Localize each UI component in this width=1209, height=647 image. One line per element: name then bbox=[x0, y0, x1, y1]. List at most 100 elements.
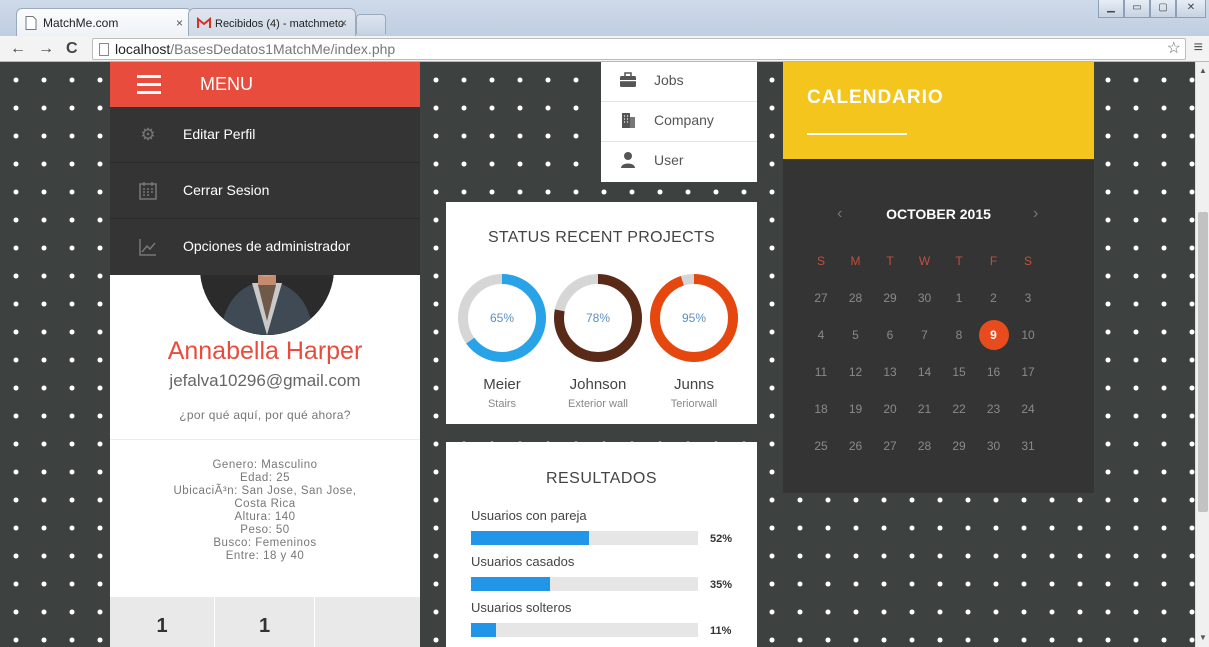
calendar-day[interactable]: 27 bbox=[804, 291, 838, 305]
page-background: MENU ⚙ Editar Perfil Cerrar Sesion Opcio… bbox=[0, 62, 1195, 647]
profile-name: Annabella Harper bbox=[167, 337, 363, 365]
result-label: Usuarios con pareja bbox=[471, 508, 587, 523]
minimize-button[interactable]: ▁ bbox=[1098, 0, 1124, 18]
new-tab-button[interactable] bbox=[356, 14, 386, 34]
calendar-day[interactable]: 29 bbox=[873, 291, 907, 305]
result-bar-fill bbox=[471, 531, 590, 545]
tab-close-button[interactable]: × bbox=[176, 9, 183, 37]
calendar-day-today[interactable]: 9 bbox=[978, 320, 1009, 350]
progress-ring: 78% bbox=[553, 273, 643, 363]
tab-gmail[interactable]: Recibidos (4) - matchmeto × bbox=[188, 8, 356, 36]
profile-details: Genero: Masculino Edad: 25 UbicaciÃ³n: S… bbox=[160, 459, 370, 563]
calendar-day[interactable]: 28 bbox=[839, 291, 873, 305]
calendar-day[interactable]: 17 bbox=[1011, 365, 1045, 379]
calendar-day[interactable]: 30 bbox=[977, 439, 1011, 453]
menu-title: MENU bbox=[200, 74, 253, 94]
scroll-up-arrow-icon[interactable]: ▲ bbox=[1199, 66, 1207, 75]
status-recent-projects-panel: STATUS RECENT PROJECTS 65% 78% 95% Meier… bbox=[446, 202, 757, 424]
weekday-label: T bbox=[886, 254, 894, 268]
ring-percent: 65% bbox=[489, 311, 515, 325]
calendar-day[interactable]: 30 bbox=[908, 291, 942, 305]
calendar-day[interactable]: 18 bbox=[804, 402, 838, 416]
next-month-button[interactable]: › bbox=[1033, 205, 1038, 223]
calendar-day[interactable]: 1 bbox=[942, 291, 976, 305]
calendar-day[interactable]: 8 bbox=[942, 328, 976, 342]
calendar-day[interactable]: 10 bbox=[1011, 328, 1045, 342]
dropdown-item-user[interactable]: User bbox=[601, 142, 757, 182]
calendar-day[interactable]: 5 bbox=[839, 328, 873, 342]
calendar-day[interactable]: 19 bbox=[839, 402, 873, 416]
page-scrollbar[interactable]: ▲ ▼ bbox=[1195, 62, 1209, 647]
tab-bar: MatchMe.com × Recibidos (4) - matchmeto … bbox=[0, 0, 1209, 36]
ring-percent: 78% bbox=[585, 311, 611, 325]
calendar-day[interactable]: 13 bbox=[873, 365, 907, 379]
stat-box[interactable]: 1 bbox=[215, 597, 315, 647]
calendar-day[interactable]: 28 bbox=[908, 439, 942, 453]
detail-age: Edad: 25 bbox=[239, 472, 291, 484]
forward-button[interactable]: → bbox=[38, 39, 54, 59]
menu-item-opciones-admin[interactable]: Opciones de administrador bbox=[110, 219, 420, 275]
close-window-button[interactable]: ✕ bbox=[1176, 0, 1206, 18]
back-button[interactable]: ← bbox=[10, 39, 26, 59]
calendar-day[interactable]: 21 bbox=[908, 402, 942, 416]
panel-title: STATUS RECENT PROJECTS bbox=[487, 229, 716, 246]
address-bar[interactable]: localhost/BasesDedatos1MatchMe/index.php… bbox=[92, 38, 1186, 60]
maximize-button[interactable]: ▢ bbox=[1150, 0, 1176, 18]
browser-menu-button[interactable]: ≡ bbox=[1194, 38, 1203, 58]
gmail-icon bbox=[197, 17, 211, 28]
project-subtitle: Teriorwall bbox=[670, 398, 718, 410]
calendar-day[interactable]: 29 bbox=[942, 439, 976, 453]
restore-button[interactable]: ▭ bbox=[1124, 0, 1150, 18]
calendar-day[interactable]: 6 bbox=[873, 328, 907, 342]
dropdown-item-label: User bbox=[654, 152, 684, 168]
nav-dropdown: Jobs Company User bbox=[601, 62, 757, 182]
calendar-day[interactable]: 31 bbox=[1011, 439, 1045, 453]
result-bar-track bbox=[471, 577, 698, 591]
scroll-down-arrow-icon[interactable]: ▼ bbox=[1199, 633, 1207, 642]
weekday-label: S bbox=[816, 254, 825, 268]
ring-percent: 95% bbox=[681, 311, 707, 325]
profile-email: jefalva10296@gmail.com bbox=[169, 371, 361, 390]
profile-tagline: ¿por qué aquí, por qué ahora? bbox=[179, 408, 351, 422]
calendar-day[interactable]: 16 bbox=[977, 365, 1011, 379]
weekday-label: W bbox=[918, 254, 931, 268]
calendar-day[interactable]: 22 bbox=[942, 402, 976, 416]
stat-box[interactable]: 1 bbox=[110, 597, 215, 647]
scrollbar-thumb[interactable] bbox=[1198, 212, 1208, 512]
tab-close-button[interactable]: × bbox=[340, 9, 347, 37]
menu-header[interactable]: MENU bbox=[110, 62, 420, 107]
calendar-day[interactable]: 26 bbox=[839, 439, 873, 453]
calendar-day[interactable]: 27 bbox=[873, 439, 907, 453]
calendar-day[interactable]: 3 bbox=[1011, 291, 1045, 305]
browser-toolbar: ← → C localhost/BasesDedatos1MatchMe/ind… bbox=[0, 36, 1209, 62]
calendar-day[interactable]: 20 bbox=[873, 402, 907, 416]
dropdown-item-company[interactable]: Company bbox=[601, 102, 757, 142]
dropdown-item-label: Company bbox=[654, 112, 714, 128]
dropdown-item-jobs[interactable]: Jobs bbox=[601, 62, 757, 102]
detail-location: UbicaciÃ³n: San Jose, San Jose, bbox=[173, 485, 357, 497]
calendar-day[interactable]: 24 bbox=[1011, 402, 1045, 416]
calendar-day[interactable]: 15 bbox=[942, 365, 976, 379]
menu-item-cerrar-sesion[interactable]: Cerrar Sesion bbox=[110, 163, 420, 219]
calendar-day[interactable]: 11 bbox=[804, 365, 838, 379]
result-bar-fill bbox=[471, 577, 551, 591]
calendar-day[interactable]: 25 bbox=[804, 439, 838, 453]
calendar-day[interactable]: 2 bbox=[977, 291, 1011, 305]
menu-item-editar-perfil[interactable]: ⚙ Editar Perfil bbox=[110, 107, 420, 163]
reload-button[interactable]: C bbox=[66, 39, 78, 59]
project-subtitle: Stairs bbox=[487, 398, 517, 410]
menu-item-label: Opciones de administrador bbox=[183, 238, 351, 254]
tab-matchme[interactable]: MatchMe.com × bbox=[16, 8, 192, 36]
calendar-day[interactable]: 23 bbox=[977, 402, 1011, 416]
menu-list: ⚙ Editar Perfil Cerrar Sesion Opciones d… bbox=[110, 107, 420, 275]
result-bar-track bbox=[471, 623, 698, 637]
calendar-day[interactable]: 4 bbox=[804, 328, 838, 342]
calendar-day[interactable]: 7 bbox=[908, 328, 942, 342]
calendar-day[interactable]: 14 bbox=[908, 365, 942, 379]
bookmark-star-icon[interactable]: ☆ bbox=[1167, 39, 1181, 59]
chart-icon bbox=[139, 239, 156, 256]
detail-location-country: Costa Rica bbox=[234, 498, 296, 510]
calendar-day[interactable]: 12 bbox=[839, 365, 873, 379]
hamburger-icon[interactable] bbox=[137, 75, 161, 94]
tab-title: MatchMe.com bbox=[43, 16, 119, 30]
